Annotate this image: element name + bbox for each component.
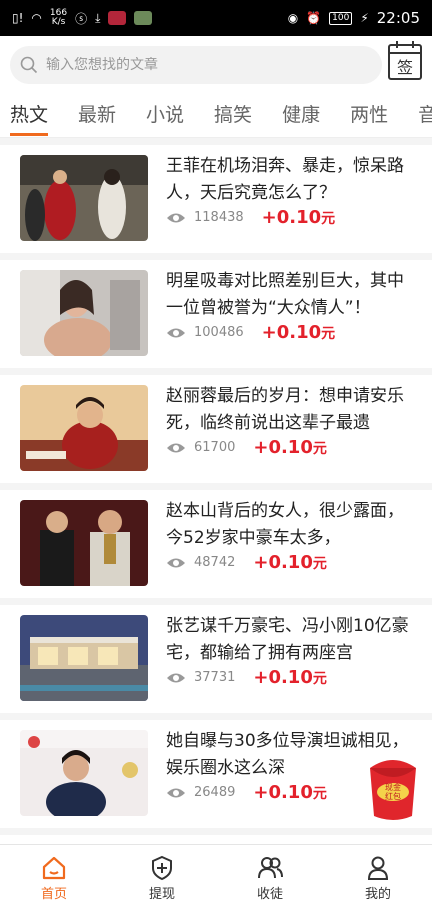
user-icon (367, 856, 389, 880)
article-item[interactable]: 赵丽蓉最后的岁月：想申请安乐死，临终前说出这辈子最遗 61700 +0.10元 (0, 375, 432, 483)
article-thumbnail (20, 155, 148, 241)
status-bar: ▯! ◠ 166 K/s ⓢ ⤓ ◉ ⏰ 100 ⚡ 22:05 (0, 0, 432, 36)
view-count: 26489 (194, 785, 236, 800)
tab-funny[interactable]: 搞笑 (214, 94, 252, 137)
sign-in-button[interactable]: 签 (388, 41, 422, 80)
tab-relationships[interactable]: 两性 (350, 94, 388, 137)
views-icon (167, 673, 185, 682)
eye-comfort-icon: ◉ (287, 11, 299, 25)
article-thumbnail (20, 730, 148, 816)
reward-amount: +0.10元 (253, 552, 327, 573)
battery-indicator: 100 (329, 11, 353, 25)
wifi-icon: ◠ (31, 11, 42, 25)
cash-red-packet-button[interactable]: 现金 红包 (362, 752, 424, 822)
home-icon (42, 856, 66, 880)
tab-novel[interactable]: 小说 (146, 94, 184, 137)
view-count: 118438 (194, 210, 244, 225)
nav-home[interactable]: 首页 (0, 845, 108, 912)
article-title: 明星吸毒对比照差别巨大，其中一位曾被誉为“大众情人”！ (166, 271, 404, 318)
sim-icon: ▯! (12, 11, 24, 25)
people-icon (258, 857, 283, 879)
reward-amount: +0.10元 (261, 207, 336, 228)
article-item[interactable]: 赵本山背后的女人，很少露面，今52岁家中豪车太多， 48742 +0.10元 (0, 490, 432, 598)
weibo-icon: ⓢ (75, 11, 88, 26)
download-icon: ⤓ (95, 10, 101, 25)
alarm-icon: ⏰ (306, 11, 322, 25)
shield-plus-icon (152, 855, 172, 881)
views-icon (167, 328, 185, 337)
article-meta: 48742 +0.10元 (166, 552, 327, 573)
tab-music[interactable]: 音 (418, 94, 432, 137)
bottom-navigation: 首页 提现 收徒 我的 (0, 844, 432, 912)
article-meta: 37731 +0.10元 (166, 667, 327, 688)
svg-text:红包: 红包 (385, 791, 401, 801)
reward-amount: +0.10元 (253, 437, 327, 458)
view-count: 48742 (194, 555, 236, 570)
app-notification-icon (134, 11, 153, 25)
views-icon (167, 213, 185, 222)
article-title: 赵本山背后的女人，很少露面，今52岁家中豪车太多， (166, 501, 404, 548)
reward-amount: +0.10元 (261, 322, 336, 343)
article-item[interactable] (0, 835, 432, 844)
search-icon (20, 56, 38, 74)
search-input[interactable] (46, 57, 346, 73)
article-title: 赵丽蓉最后的岁月：想申请安乐死，临终前说出这辈子最遗 (166, 386, 404, 433)
reward-amount: +0.10元 (253, 667, 327, 688)
views-icon (167, 788, 185, 797)
article-meta: 100486 +0.10元 (166, 322, 335, 343)
charging-icon: ⚡ (360, 11, 369, 25)
article-item[interactable]: 明星吸毒对比照差别巨大，其中一位曾被誉为“大众情人”！ 100486 +0.10… (0, 260, 432, 368)
article-item[interactable]: 王菲在机场泪奔、暴走，惊呆路人，天后究竟怎么了？ 118438 +0.10元 (0, 145, 432, 253)
svg-text:现金: 现金 (385, 782, 401, 792)
article-feed: 王菲在机场泪奔、暴走，惊呆路人，天后究竟怎么了？ 118438 +0.10元 明… (0, 138, 432, 844)
app-notification-icon (108, 11, 127, 25)
view-count: 100486 (194, 325, 244, 340)
tab-latest[interactable]: 最新 (78, 94, 116, 137)
article-thumbnail (20, 385, 148, 471)
views-icon (167, 443, 185, 452)
network-speed: 166 K/s (49, 8, 68, 27)
clock: 22:05 (376, 9, 420, 27)
article-meta: 118438 +0.10元 (166, 207, 335, 228)
nav-me-label: 我的 (364, 887, 391, 902)
article-thumbnail (20, 500, 148, 586)
category-tabs: 热文 最新 小说 搞笑 健康 两性 音 (0, 94, 432, 138)
article-meta: 61700 +0.10元 (166, 437, 327, 458)
nav-me[interactable]: 我的 (324, 845, 432, 912)
nav-apprentice[interactable]: 收徒 (216, 845, 324, 912)
nav-apprentice-label: 收徒 (256, 887, 283, 902)
article-item[interactable]: 张艺谋千万豪宅、冯小刚10亿豪宅，都输给了拥有两座宫 37731 +0.10元 (0, 605, 432, 713)
view-count: 61700 (194, 440, 236, 455)
reward-amount: +0.10元 (253, 782, 327, 803)
article-title: 王菲在机场泪奔、暴走，惊呆路人，天后究竟怎么了？ (166, 156, 404, 203)
article-meta: 26489 +0.10元 (166, 782, 327, 803)
views-icon (167, 558, 185, 567)
search-box[interactable] (10, 46, 382, 84)
nav-withdraw-label: 提现 (148, 887, 175, 902)
nav-withdraw[interactable]: 提现 (108, 845, 216, 912)
nav-home-label: 首页 (40, 887, 67, 902)
tab-health[interactable]: 健康 (282, 94, 320, 137)
article-thumbnail (20, 615, 148, 701)
view-count: 37731 (194, 670, 236, 685)
article-thumbnail (20, 270, 148, 356)
tab-hot[interactable]: 热文 (10, 94, 49, 137)
article-title: 张艺谋千万豪宅、冯小刚10亿豪宅，都输给了拥有两座宫 (166, 616, 409, 663)
search-bar: 签 (0, 36, 432, 94)
sign-in-label: 签 (396, 58, 413, 77)
